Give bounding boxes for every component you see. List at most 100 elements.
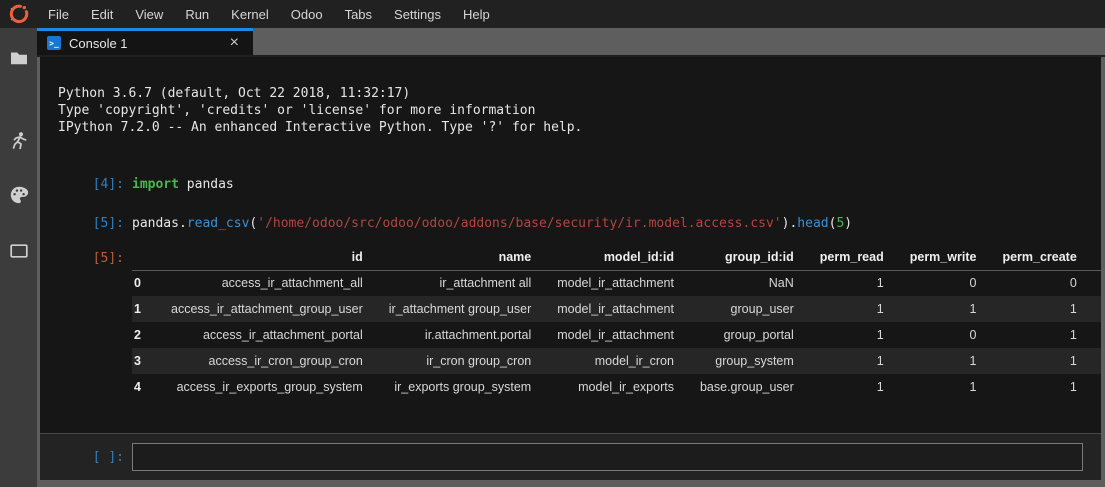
table-header-cell: model_id:id bbox=[544, 244, 687, 270]
code-line: import pandas bbox=[132, 176, 234, 193]
table-cell: base.group_user bbox=[687, 374, 807, 400]
menu-odoo[interactable]: Odoo bbox=[280, 0, 334, 28]
table-cell: 1 bbox=[1090, 348, 1101, 374]
menu-run[interactable]: Run bbox=[174, 0, 220, 28]
menu-edit[interactable]: Edit bbox=[80, 0, 124, 28]
table-row: 4access_ir_exports_group_systemir_export… bbox=[132, 374, 1101, 400]
code-token: read_csv bbox=[187, 216, 250, 231]
table-cell: group_system bbox=[687, 348, 807, 374]
table-corner-cell bbox=[132, 244, 158, 270]
menu-settings[interactable]: Settings bbox=[383, 0, 452, 28]
table-cell: 1 bbox=[897, 348, 990, 374]
menu-kernel[interactable]: Kernel bbox=[220, 0, 280, 28]
odoo-logo-icon bbox=[9, 4, 29, 24]
table-cell: group_user bbox=[687, 296, 807, 322]
table-cell: 0 bbox=[989, 270, 1089, 296]
table-cell: model_ir_attachment bbox=[544, 296, 687, 322]
left-sidebar bbox=[0, 28, 37, 487]
code-token: import bbox=[132, 177, 179, 192]
table-header-cell: id bbox=[158, 244, 376, 270]
execution-prompt: [5]: bbox=[40, 215, 124, 232]
jupyterlab-window: FileEditViewRunKernelOdooTabsSettingsHel… bbox=[0, 0, 1105, 487]
table-header-cell: perm_read bbox=[807, 244, 897, 270]
kernel-banner: Python 3.6.7 (default, Oct 22 2018, 11:3… bbox=[58, 85, 1101, 136]
table-cell: 1 bbox=[989, 296, 1089, 322]
table-cell: access_ir_cron_group_cron bbox=[158, 348, 376, 374]
tab-bar: >_ Console 1 × bbox=[37, 28, 1105, 57]
table-cell: model_ir_exports bbox=[544, 374, 687, 400]
table-cell: model_ir_attachment bbox=[544, 322, 687, 348]
row-index: 0 bbox=[132, 270, 158, 296]
table-header-cell: name bbox=[376, 244, 544, 270]
menu-file[interactable]: File bbox=[37, 0, 80, 28]
table-cell: NaN bbox=[687, 270, 807, 296]
row-index: 3 bbox=[132, 348, 158, 374]
table-row: 2access_ir_attachment_portalir.attachmen… bbox=[132, 322, 1101, 348]
console-input-cell: [ ]: bbox=[40, 433, 1101, 480]
code-token: pandas bbox=[179, 177, 234, 192]
tab-console-1[interactable]: >_ Console 1 × bbox=[37, 28, 253, 55]
table-cell: ir_attachment all bbox=[376, 270, 544, 296]
console-history: Python 3.6.7 (default, Oct 22 2018, 11:3… bbox=[40, 57, 1101, 433]
table-cell: access_ir_attachment_all bbox=[158, 270, 376, 296]
output-table: idnamemodel_id:idgroup_id:idperm_readper… bbox=[132, 244, 1101, 400]
menu-items: FileEditViewRunKernelOdooTabsSettingsHel… bbox=[37, 0, 501, 28]
code-token: head bbox=[797, 216, 828, 231]
table-cell: 1 bbox=[1090, 296, 1101, 322]
table-cell: 1 bbox=[1090, 374, 1101, 400]
execution-prompt: [4]: bbox=[40, 176, 124, 193]
file-browser-icon[interactable] bbox=[0, 38, 37, 78]
table-cell: 0 bbox=[897, 322, 990, 348]
table-cell: group_portal bbox=[687, 322, 807, 348]
row-index: 1 bbox=[132, 296, 158, 322]
console-tab-icon: >_ bbox=[47, 36, 61, 50]
menu-view[interactable]: View bbox=[124, 0, 174, 28]
table-cell: 1 bbox=[989, 374, 1089, 400]
app-logo bbox=[0, 4, 37, 24]
executed-cells: [4]: import pandas [5]: pandas.read_csv('/h… bbox=[40, 176, 1101, 232]
table-cell: model_ir_attachment bbox=[544, 270, 687, 296]
table-cell: 1 bbox=[807, 296, 897, 322]
running-sessions-icon[interactable] bbox=[0, 121, 37, 161]
table-cell: 1 bbox=[807, 270, 897, 296]
table-cell: 0 bbox=[897, 270, 990, 296]
table-cell: access_ir_attachment_portal bbox=[158, 322, 376, 348]
table-row: 1access_ir_attachment_group_userir_attac… bbox=[132, 296, 1101, 322]
output-prompt: [5]: bbox=[40, 244, 124, 267]
table-header-row: idnamemodel_id:idgroup_id:idperm_readper… bbox=[132, 244, 1101, 270]
table-cell: 1 bbox=[989, 348, 1089, 374]
table-cell: ir_cron group_cron bbox=[376, 348, 544, 374]
output-cell: [5]: idnamemodel_id:idgroup_id:idperm_re… bbox=[40, 244, 1101, 400]
dock-body: Python 3.6.7 (default, Oct 22 2018, 11:3… bbox=[37, 57, 1105, 487]
code-token: ). bbox=[782, 216, 798, 231]
dock-panel: >_ Console 1 × Python 3.6.7 (default, Oc… bbox=[37, 28, 1105, 487]
table-cell: 1 bbox=[807, 348, 897, 374]
menu-help[interactable]: Help bbox=[452, 0, 501, 28]
row-index: 2 bbox=[132, 322, 158, 348]
command-palette-icon[interactable] bbox=[0, 175, 37, 215]
table-cell: 1 bbox=[807, 322, 897, 348]
table-header-cell: group_id:id bbox=[687, 244, 807, 270]
code-cell: [4]: import pandas bbox=[40, 176, 1101, 193]
table-header-cell: perm_unlink bbox=[1090, 244, 1101, 270]
table-header-cell: perm_write bbox=[897, 244, 990, 270]
table-row: 0access_ir_attachment_allir_attachment a… bbox=[132, 270, 1101, 296]
table-cell: access_ir_exports_group_system bbox=[158, 374, 376, 400]
table-row: 3access_ir_cron_group_cronir_cron group_… bbox=[132, 348, 1101, 374]
console-panel: Python 3.6.7 (default, Oct 22 2018, 11:3… bbox=[40, 57, 1101, 480]
tab-close-icon[interactable]: × bbox=[226, 36, 243, 50]
table-cell: ir.attachment.portal bbox=[376, 322, 544, 348]
console-input[interactable] bbox=[132, 443, 1083, 471]
menu-bar: FileEditViewRunKernelOdooTabsSettingsHel… bbox=[0, 0, 1105, 28]
open-tabs-icon[interactable] bbox=[0, 231, 37, 271]
code-token: '/home/odoo/src/odoo/odoo/addons/base/se… bbox=[257, 216, 781, 231]
table-cell: 1 bbox=[897, 296, 990, 322]
table-cell: 0 bbox=[1090, 270, 1101, 296]
row-index: 4 bbox=[132, 374, 158, 400]
code-line: pandas.read_csv('/home/odoo/src/odoo/odo… bbox=[132, 215, 852, 232]
menu-tabs[interactable]: Tabs bbox=[334, 0, 383, 28]
table-cell: ir_exports group_system bbox=[376, 374, 544, 400]
table-cell: 1 bbox=[897, 374, 990, 400]
code-token: ) bbox=[844, 216, 852, 231]
code-token: pandas. bbox=[132, 216, 187, 231]
